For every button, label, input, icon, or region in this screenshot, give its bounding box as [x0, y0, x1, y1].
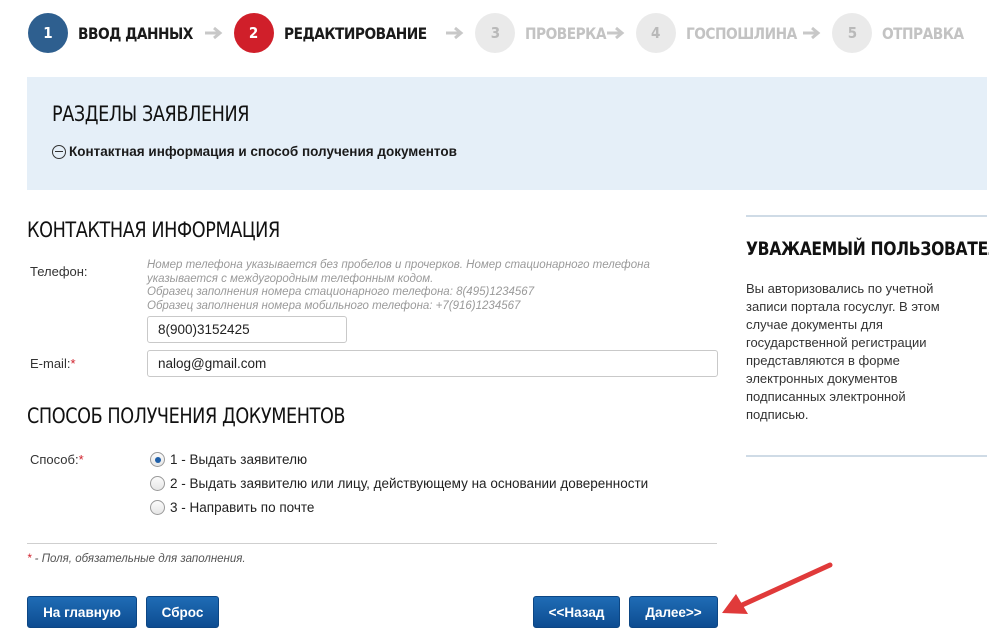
- arrow-right-icon: [445, 25, 465, 41]
- arrow-right-icon: [802, 25, 822, 41]
- required-mark: *: [70, 356, 76, 371]
- step-4-number: 4: [635, 13, 676, 53]
- delivery-option-2-label[interactable]: 2 - Выдать заявителю или лицу, действующ…: [170, 476, 648, 491]
- phone-label: Телефон:: [30, 264, 88, 279]
- reset-button[interactable]: Сброс: [146, 596, 219, 628]
- footnote-text: - Поля, обязательные для заполнения.: [31, 553, 246, 565]
- divider: [27, 543, 717, 544]
- annotation-arrow-icon: [722, 562, 833, 614]
- progress-stepper: 1 ВВОД ДАННЫХ 2 РЕДАКТИРОВАНИЕ 3 ПРОВЕРК…: [28, 13, 977, 53]
- phone-hint-line-1: Номер телефона указывается без пробелов …: [147, 259, 650, 285]
- sidebar-title: УВАЖАЕМЫЙ ПОЛЬЗОВАТЕЛЬ!: [746, 238, 989, 260]
- email-label: E-mail:*: [30, 356, 76, 371]
- delivery-heading: СПОСОБ ПОЛУЧЕНИЯ ДОКУМЕНТОВ: [27, 404, 346, 428]
- step-5: 5 ОТПРАВКА: [832, 13, 977, 53]
- section-item-contact[interactable]: Контактная информация и способ получения…: [52, 144, 457, 159]
- step-1-number: 1: [28, 13, 68, 53]
- phone-hint: Номер телефона указывается без пробелов …: [147, 259, 717, 313]
- step-5-label: ОТПРАВКА: [882, 23, 965, 43]
- collapse-minus-icon[interactable]: [52, 144, 66, 159]
- application-sections-panel: РАЗДЕЛЫ ЗАЯВЛЕНИЯ Контактная информация …: [27, 77, 987, 190]
- radio-option-3[interactable]: [150, 500, 165, 515]
- phone-hint-line-3: Образец заполнения номера мобильного тел…: [147, 299, 521, 312]
- sections-title: РАЗДЕЛЫ ЗАЯВЛЕНИЯ: [52, 102, 250, 126]
- radio-option-2[interactable]: [150, 476, 165, 491]
- delivery-option-1[interactable]: 1 - Выдать заявителю: [150, 452, 307, 467]
- phone-hint-line-2: Образец заполнения номера стационарного …: [147, 286, 535, 298]
- step-2: 2 РЕДАКТИРОВАНИЕ: [233, 13, 450, 53]
- arrow-right-icon: [204, 25, 224, 41]
- step-2-label: РЕДАКТИРОВАНИЕ: [283, 23, 427, 43]
- step-2-number: 2: [233, 13, 274, 53]
- step-4-label: ГОСПОШЛИНА: [685, 23, 797, 43]
- sidebar-text: Вы авторизовались по учетной записи порт…: [746, 281, 940, 422]
- email-input[interactable]: [147, 350, 718, 377]
- step-5-number: 5: [832, 13, 873, 53]
- required-mark: *: [78, 452, 84, 467]
- back-button[interactable]: <<Назад: [533, 596, 620, 628]
- sidebar-top-divider: [746, 215, 987, 217]
- phone-input[interactable]: [147, 316, 347, 343]
- next-button[interactable]: Далее>>: [629, 596, 718, 628]
- method-label-text: Способ:: [30, 452, 79, 467]
- step-1-label: ВВОД ДАННЫХ: [78, 23, 193, 43]
- delivery-option-3[interactable]: 3 - Направить по почте: [150, 500, 314, 515]
- delivery-option-3-label[interactable]: 3 - Направить по почте: [170, 500, 314, 515]
- sidebar-bottom-divider: [746, 455, 987, 457]
- step-1: 1 ВВОД ДАННЫХ: [28, 13, 212, 53]
- required-footnote: * - Поля, обязательные для заполнения.: [27, 553, 246, 565]
- step-3-number: 3: [475, 13, 516, 53]
- email-label-text: E-mail:: [30, 356, 71, 371]
- arrow-right-icon: [606, 25, 626, 41]
- section-item-label[interactable]: Контактная информация и способ получения…: [69, 144, 457, 159]
- delivery-option-2[interactable]: 2 - Выдать заявителю или лицу, действующ…: [150, 476, 648, 491]
- step-3: 3 ПРОВЕРКА: [475, 13, 619, 53]
- step-3-label: ПРОВЕРКА: [525, 23, 607, 43]
- home-button[interactable]: На главную: [27, 596, 137, 628]
- method-label: Способ:*: [30, 452, 84, 467]
- radio-option-1[interactable]: [150, 452, 165, 467]
- delivery-option-1-label[interactable]: 1 - Выдать заявителю: [170, 452, 307, 467]
- step-4: 4 ГОСПОШЛИНА: [635, 13, 815, 53]
- contact-heading: КОНТАКТНАЯ ИНФОРМАЦИЯ: [27, 218, 280, 242]
